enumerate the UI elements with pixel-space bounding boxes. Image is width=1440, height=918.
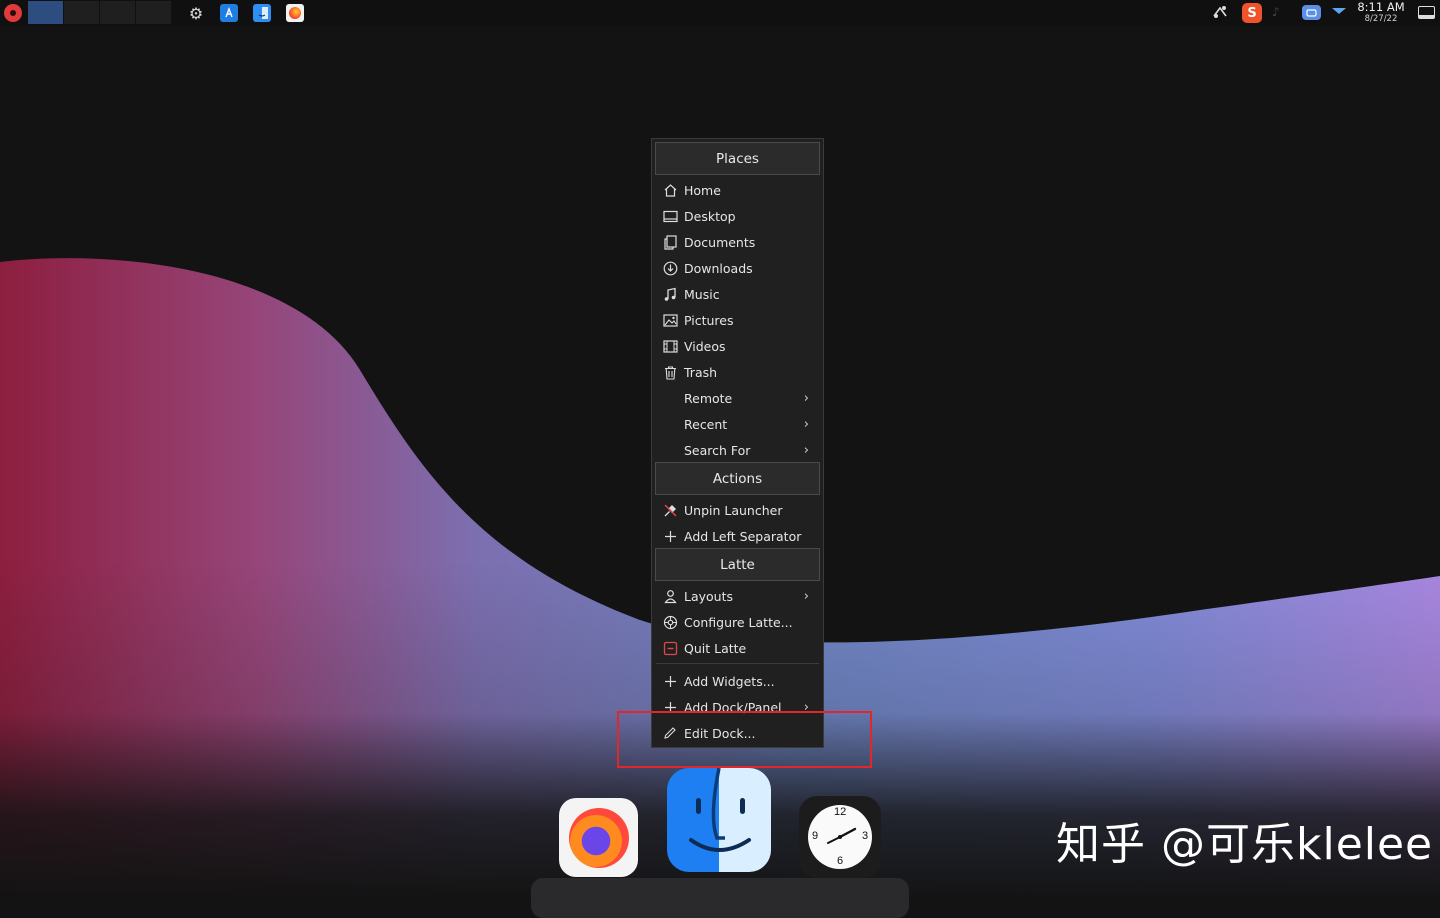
music-icon (662, 286, 678, 302)
virtual-desktop-4[interactable] (136, 1, 171, 24)
chevron-right-icon: › (803, 416, 809, 432)
menu-item-label: Unpin Launcher (684, 502, 783, 518)
menu-item-label: Documents (684, 234, 756, 250)
menu-item-remote[interactable]: Remote › (652, 385, 823, 411)
menu-item-label: Downloads (684, 260, 753, 276)
menu-item-search-for[interactable]: Search For › (652, 437, 823, 463)
digital-clock[interactable]: 8:11 AM 8/27/22 (1352, 0, 1410, 23)
section-header-actions: Actions (655, 462, 820, 495)
system-settings-icon[interactable]: ⚙ (187, 4, 205, 23)
menu-item-label: Add Left Separator (684, 528, 802, 544)
trash-icon (662, 364, 678, 380)
tray-expand-icon[interactable] (1331, 6, 1347, 16)
documents-icon (662, 234, 678, 250)
sogou-input-icon[interactable]: S (1242, 3, 1262, 23)
clock-icon: 12 3 6 9 (808, 805, 872, 869)
dock-app-clock[interactable]: 12 3 6 9 (799, 796, 881, 878)
menu-item-add-left-separator[interactable]: Add Left Separator (652, 523, 823, 549)
plus-icon (662, 673, 678, 689)
menu-item-home[interactable]: Home (652, 177, 823, 203)
finder-icon[interactable] (253, 4, 271, 22)
finder-icon (689, 768, 751, 852)
menu-item-trash[interactable]: Trash (652, 359, 823, 385)
virtual-desktop-1[interactable] (28, 1, 63, 24)
menu-item-label: Music (684, 286, 720, 302)
virtual-desktop-3[interactable] (100, 1, 135, 24)
chevron-right-icon: › (803, 442, 809, 458)
menu-item-videos[interactable]: Videos (652, 333, 823, 359)
menu-item-pictures[interactable]: Pictures (652, 307, 823, 333)
chat-tray-icon[interactable] (1302, 5, 1321, 20)
menu-item-quit-latte[interactable]: Quit Latte (652, 635, 823, 661)
menu-item-label: Add Widgets... (684, 673, 775, 689)
network-icon[interactable] (1211, 4, 1229, 20)
user-icon (662, 588, 678, 604)
plus-icon (662, 528, 678, 544)
settings-icon (662, 614, 678, 630)
menu-item-label: Home (684, 182, 721, 198)
dock-app-firefox[interactable] (559, 798, 638, 877)
menu-item-label: Desktop (684, 208, 736, 224)
firefox-icon (568, 807, 629, 868)
latte-dock (531, 878, 909, 918)
section-header-places: Places (655, 142, 820, 175)
menu-item-label: Recent (684, 416, 728, 432)
menu-separator (656, 663, 819, 664)
menu-item-label: Pictures (684, 312, 734, 328)
menu-item-unpin-launcher[interactable]: Unpin Launcher (652, 497, 823, 523)
watermark-text: 知乎 @可乐klelee (1056, 819, 1434, 870)
menu-item-configure-latte[interactable]: Configure Latte... (652, 609, 823, 635)
menu-item-recent[interactable]: Recent › (652, 411, 823, 437)
desktop-icon (662, 208, 678, 224)
chevron-right-icon: › (803, 588, 809, 604)
audio-muted-icon[interactable]: ♪ (1272, 5, 1280, 19)
menu-item-downloads[interactable]: Downloads (652, 255, 823, 281)
chevron-right-icon: › (803, 390, 809, 406)
menu-item-desktop[interactable]: Desktop (652, 203, 823, 229)
highlight-annotation-box (617, 711, 872, 768)
menu-item-music[interactable]: Music (652, 281, 823, 307)
menu-item-label: Layouts (684, 588, 734, 604)
dock-app-finder[interactable] (667, 768, 771, 872)
menu-item-label: Search For (684, 442, 751, 458)
dock-context-menu: Places Home Desktop Documents Downloads … (651, 138, 824, 748)
firefox-icon[interactable] (286, 4, 304, 22)
downloads-icon (662, 260, 678, 276)
virtual-desktop-2[interactable] (64, 1, 99, 24)
application-menu-button[interactable] (4, 4, 22, 22)
home-icon (662, 182, 678, 198)
show-desktop-icon[interactable] (1418, 6, 1435, 19)
virtual-desktop-pager (28, 1, 172, 24)
clock-time: 8:11 AM (1357, 0, 1405, 14)
menu-item-label: Videos (684, 338, 726, 354)
unpin-icon (662, 502, 678, 518)
videos-icon (662, 338, 678, 354)
pictures-icon (662, 312, 678, 328)
section-header-latte: Latte (655, 548, 820, 581)
clock-hands (827, 827, 857, 844)
menu-item-label: Configure Latte... (684, 614, 793, 630)
quit-icon (662, 640, 678, 656)
menu-item-label: Remote (684, 390, 733, 406)
menu-item-label: Quit Latte (684, 640, 747, 656)
menu-item-layouts[interactable]: Layouts › (652, 583, 823, 609)
clock-date: 8/27/22 (1364, 13, 1398, 24)
top-panel: ⚙ S ♪ 8:11 AM 8/27/22 (0, 0, 1440, 26)
app-store-icon[interactable] (220, 4, 238, 22)
menu-item-documents[interactable]: Documents (652, 229, 823, 255)
menu-item-label: Trash (684, 364, 718, 380)
menu-item-add-widgets[interactable]: Add Widgets... (652, 668, 823, 694)
